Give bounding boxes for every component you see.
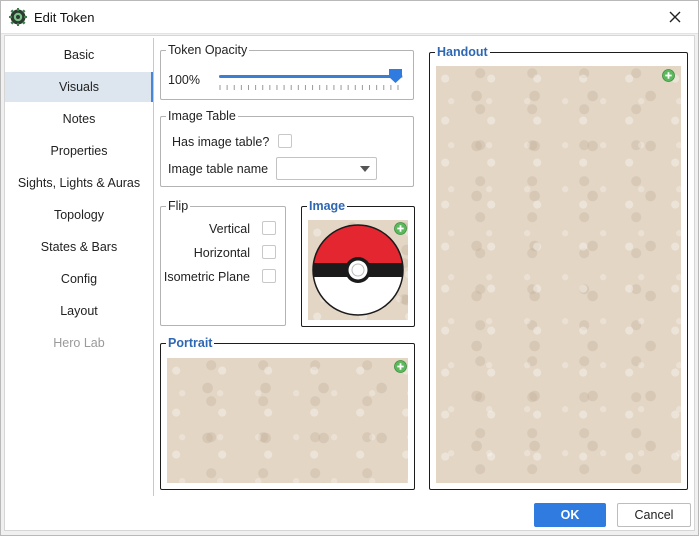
portrait-title: Portrait bbox=[166, 336, 215, 350]
sidebar-item-topology[interactable]: Topology bbox=[5, 200, 153, 230]
add-portrait-icon[interactable] bbox=[394, 360, 407, 373]
chevron-down-icon bbox=[360, 166, 370, 172]
sidebar-item-notes[interactable]: Notes bbox=[5, 104, 153, 134]
opacity-slider-fill bbox=[219, 75, 397, 78]
handout-image[interactable] bbox=[436, 66, 681, 483]
sidebar-item-sights-lights-auras[interactable]: Sights, Lights & Auras bbox=[5, 168, 153, 198]
flip-isometric-checkbox[interactable] bbox=[262, 269, 276, 283]
image-table-name-select[interactable] bbox=[276, 157, 377, 180]
image-table-title: Image Table bbox=[166, 109, 238, 123]
pokeball-image bbox=[312, 224, 404, 316]
opacity-slider-ticks bbox=[219, 85, 399, 90]
flip-vertical-label: Vertical bbox=[209, 222, 250, 236]
image-title: Image bbox=[307, 199, 348, 213]
title-bar: Edit Token bbox=[1, 1, 698, 34]
flip-horizontal-label: Horizontal bbox=[193, 246, 250, 260]
has-image-table-checkbox[interactable] bbox=[278, 134, 292, 148]
flip-vertical-checkbox[interactable] bbox=[262, 221, 276, 235]
sidebar-item-visuals[interactable]: Visuals bbox=[5, 72, 153, 102]
app-icon bbox=[9, 8, 27, 26]
sidebar-item-config[interactable]: Config bbox=[5, 264, 153, 294]
has-image-table-label: Has image table? bbox=[172, 135, 270, 149]
flip-title: Flip bbox=[166, 199, 191, 213]
handout-title: Handout bbox=[435, 45, 490, 59]
token-image[interactable] bbox=[308, 220, 408, 320]
edit-token-dialog: Edit Token Basic Visuals Notes Propertie… bbox=[0, 0, 699, 536]
window-title: Edit Token bbox=[34, 10, 95, 25]
sidebar-item-layout[interactable]: Layout bbox=[5, 296, 153, 326]
image-table-name-label: Image table name bbox=[168, 162, 269, 176]
flip-horizontal-checkbox[interactable] bbox=[262, 245, 276, 259]
close-icon[interactable] bbox=[664, 6, 686, 28]
opacity-value-label: 100% bbox=[168, 73, 200, 87]
sidebar-divider bbox=[153, 38, 154, 496]
token-opacity-title: Token Opacity bbox=[166, 43, 250, 57]
ok-button[interactable]: OK bbox=[534, 503, 606, 527]
add-handout-icon[interactable] bbox=[662, 69, 675, 82]
opacity-slider-thumb[interactable] bbox=[389, 69, 402, 83]
flip-isometric-label: Isometric Plane bbox=[163, 270, 250, 284]
sidebar-item-hero-lab: Hero Lab bbox=[53, 336, 105, 350]
cancel-button[interactable]: Cancel bbox=[617, 503, 691, 527]
opacity-slider-track[interactable] bbox=[219, 75, 403, 78]
sidebar-item-properties[interactable]: Properties bbox=[5, 136, 153, 166]
add-image-icon[interactable] bbox=[394, 222, 407, 235]
portrait-image[interactable] bbox=[167, 358, 408, 483]
sidebar-item-basic[interactable]: Basic bbox=[5, 40, 153, 70]
sidebar-item-states-bars[interactable]: States & Bars bbox=[5, 232, 153, 262]
